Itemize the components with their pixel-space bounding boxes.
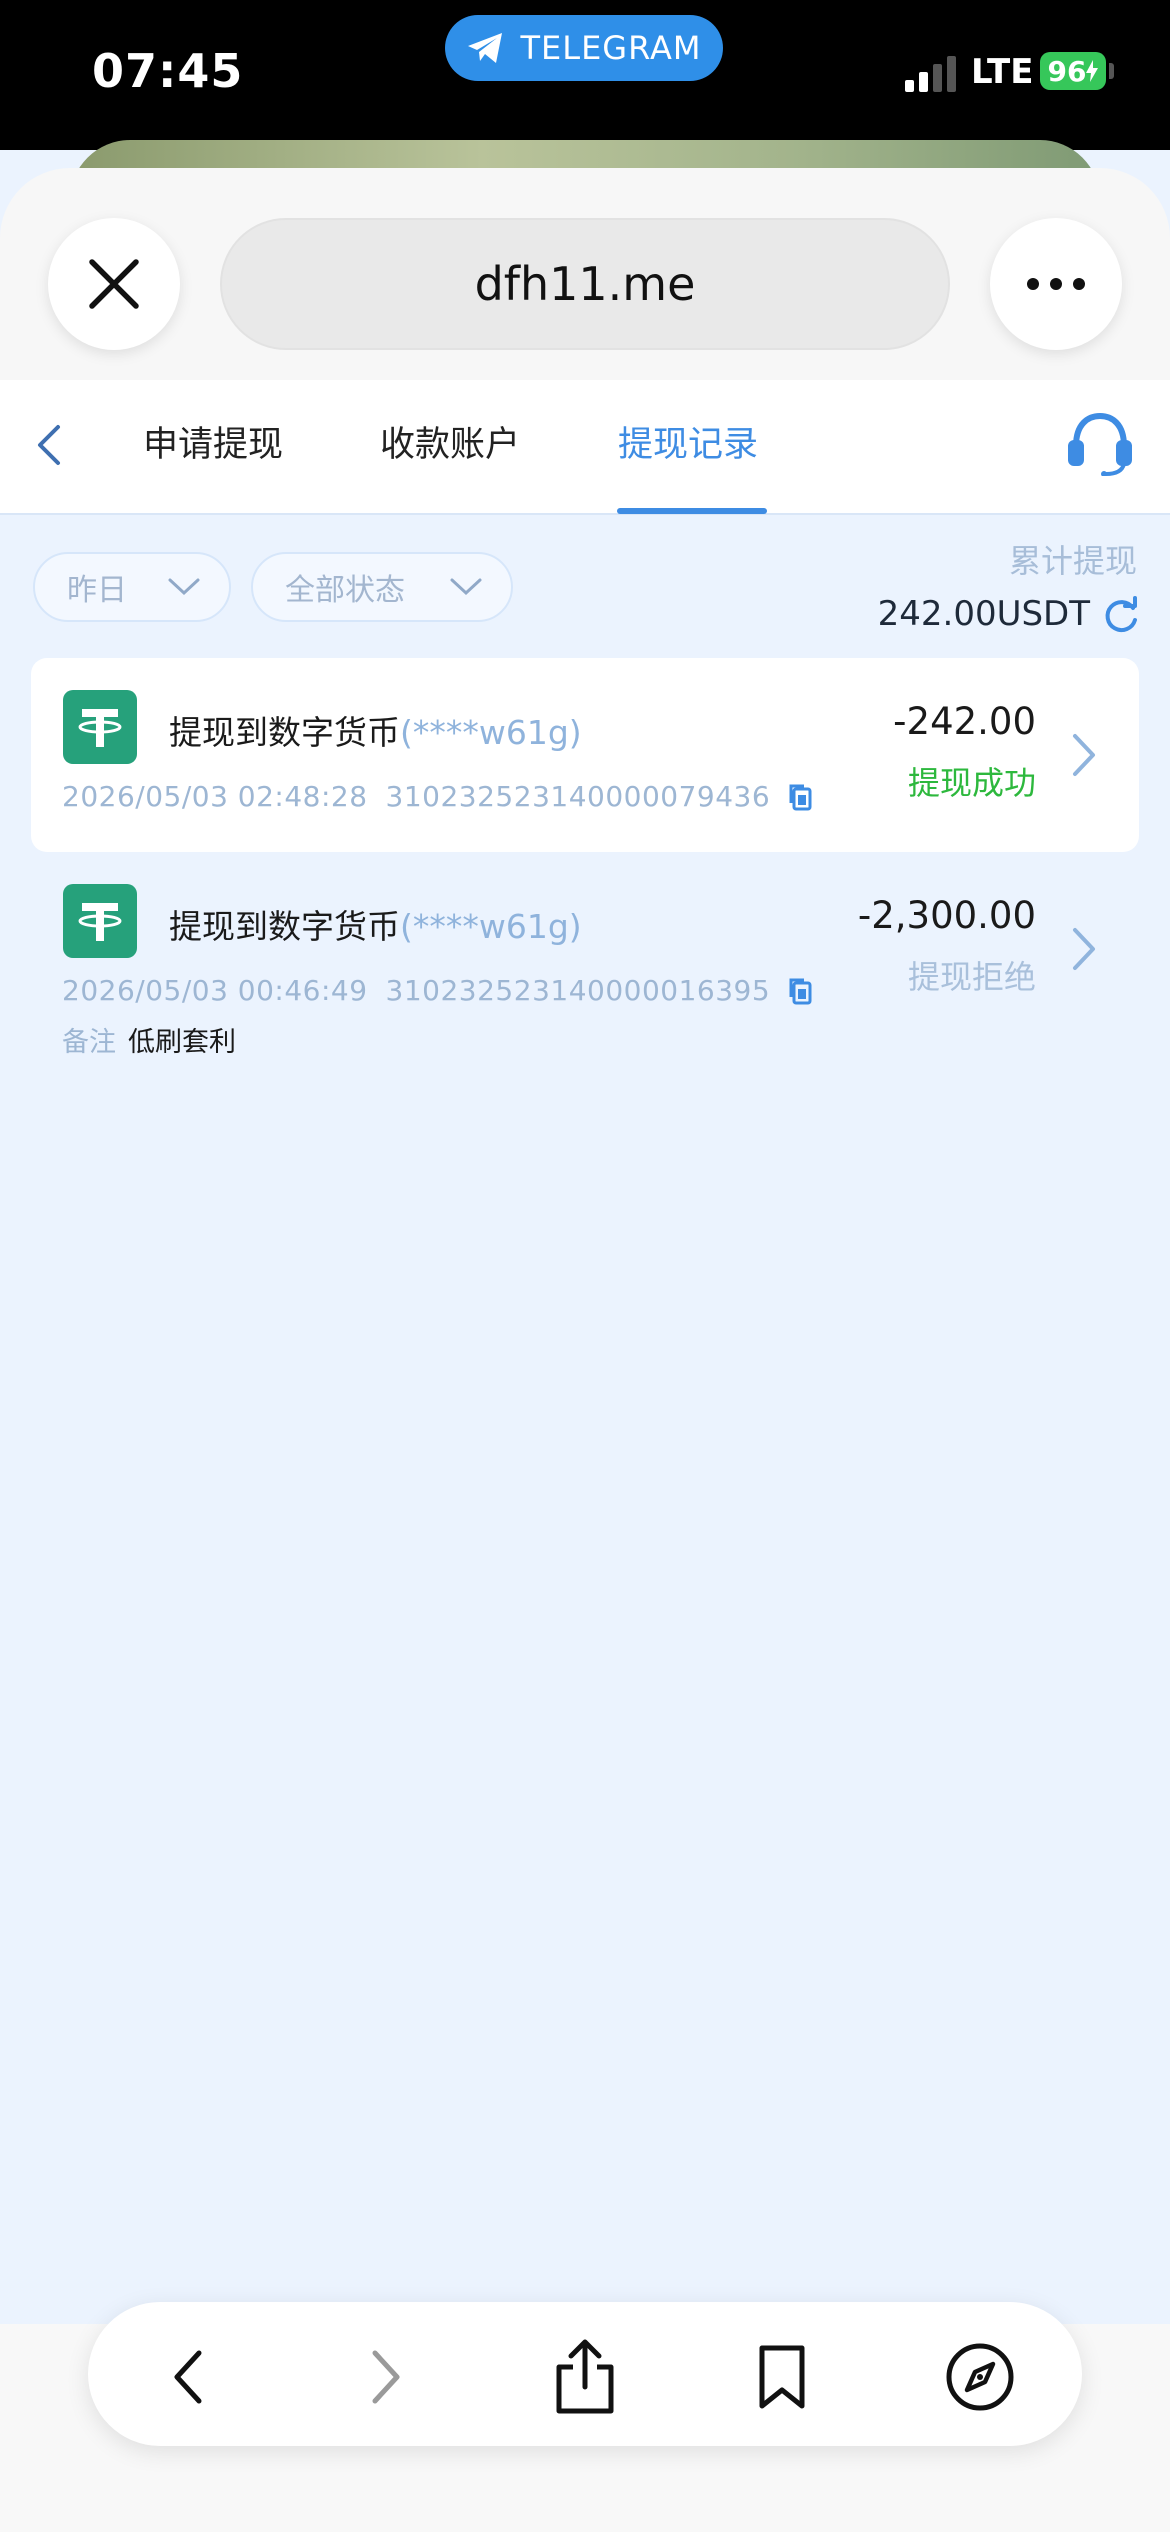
status-time: 07:45 <box>92 44 244 98</box>
more-button[interactable] <box>990 218 1122 350</box>
url-bar[interactable]: dfh11.me <box>220 218 950 350</box>
telegram-label: TELEGRAM <box>520 29 702 67</box>
copy-icon[interactable] <box>788 783 812 811</box>
battery-nub <box>1109 63 1114 79</box>
total-withdrawn-amount: 242.00USDT <box>877 594 1090 634</box>
more-icon <box>1027 278 1085 290</box>
browser-forward-button[interactable] <box>340 2332 430 2422</box>
record-note: 备注 低刷套利 <box>62 1020 236 1059</box>
note-text: 低刷套利 <box>128 1027 236 1058</box>
battery-indicator: 96 <box>1040 52 1106 90</box>
bookmark-button[interactable] <box>737 2332 827 2422</box>
back-chevron-icon[interactable] <box>30 420 70 470</box>
tether-icon <box>63 884 137 958</box>
date-filter-value: 昨日 <box>67 573 127 608</box>
record-order-id: 310232523140000016395 <box>385 974 771 1007</box>
headset-icon[interactable] <box>1064 410 1136 476</box>
tether-icon <box>63 690 137 764</box>
record-meta: 2026/05/03 00:46:49 31023252314000001639… <box>62 974 812 1007</box>
copy-icon[interactable] <box>788 977 812 1005</box>
withdraw-record-row[interactable]: 提现到数字货币(****w61g) 2026/05/03 02:48:28 31… <box>31 658 1139 852</box>
close-icon <box>89 259 139 309</box>
status-filter-value: 全部状态 <box>285 573 405 608</box>
chevron-right-icon <box>1073 734 1095 776</box>
compass-button[interactable] <box>935 2332 1025 2422</box>
signal-icon <box>905 56 956 92</box>
battery-level: 96 <box>1047 54 1087 88</box>
chevron-down-icon <box>168 578 200 596</box>
masked-account: (****w61g) <box>400 907 582 946</box>
record-datetime: 2026/05/03 00:46:49 <box>62 974 368 1007</box>
chevron-right-icon <box>372 2350 400 2404</box>
network-type: LTE <box>971 52 1034 92</box>
record-title-text: 提现到数字货币 <box>169 907 400 946</box>
url-text: dfh11.me <box>474 257 696 311</box>
record-meta: 2026/05/03 02:48:28 31023252314000007943… <box>62 780 812 813</box>
record-title: 提现到数字货币(****w61g) <box>169 900 582 948</box>
status-filter-dropdown[interactable]: 全部状态 <box>251 552 513 622</box>
date-filter-dropdown[interactable]: 昨日 <box>33 552 231 622</box>
tab-receiving-account[interactable]: 收款账户 <box>380 420 520 470</box>
chevron-left-icon <box>174 2350 202 2404</box>
record-order-id: 310232523140000079436 <box>385 780 771 813</box>
telegram-icon <box>468 33 503 63</box>
record-title-text: 提现到数字货币 <box>169 713 400 752</box>
share-icon <box>556 2339 614 2414</box>
bookmark-icon <box>759 2345 805 2409</box>
chevron-down-icon <box>450 578 482 596</box>
record-amount: -2,300.00 <box>857 894 1036 937</box>
total-withdrawn-label: 累计提现 <box>1008 542 1137 580</box>
active-tab-indicator <box>617 508 767 514</box>
tab-withdraw-records[interactable]: 提现记录 <box>618 420 758 470</box>
tab-apply-withdraw[interactable]: 申请提现 <box>143 420 283 470</box>
record-title: 提现到数字货币(****w61g) <box>169 706 582 754</box>
record-datetime: 2026/05/03 02:48:28 <box>62 780 368 813</box>
chevron-right-icon <box>1073 928 1095 970</box>
share-button[interactable] <box>540 2332 630 2422</box>
masked-account: (****w61g) <box>400 713 582 752</box>
record-amount: -242.00 <box>893 700 1036 743</box>
note-label: 备注 <box>62 1027 116 1058</box>
close-button[interactable] <box>48 218 180 350</box>
record-status: 提现拒绝 <box>907 958 1036 996</box>
telegram-return-pill[interactable]: TELEGRAM <box>445 15 723 81</box>
compass-icon <box>946 2343 1014 2411</box>
browser-back-button[interactable] <box>144 2332 234 2422</box>
refresh-icon[interactable] <box>1101 596 1141 636</box>
record-status: 提现成功 <box>907 764 1036 802</box>
charging-icon <box>1086 60 1099 82</box>
withdraw-record-row[interactable]: 提现到数字货币(****w61g) 2026/05/03 00:46:49 31… <box>31 852 1139 1062</box>
